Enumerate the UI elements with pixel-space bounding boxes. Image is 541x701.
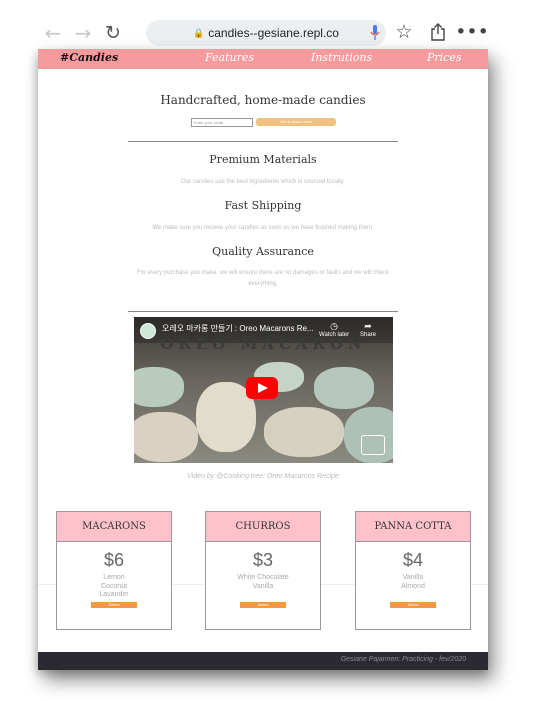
feature-text-quality: For every purchase you make, we will ens… <box>136 270 390 287</box>
card-title: MACARONS <box>57 512 171 542</box>
get-to-know-more-button[interactable]: Get to know more <box>256 118 336 126</box>
nav-link-prices[interactable]: Prices <box>427 51 462 64</box>
footer-text: Gesiane Pajarinen: Practicing - fev/2020 <box>340 656 466 663</box>
price-card-macarons: MACARONS $6 Lemon Coconut Lavander Selec… <box>56 511 172 630</box>
lock-icon: 🔒 <box>193 27 205 38</box>
top-navigation: #Candies Features Instrutions Prices <box>38 49 488 69</box>
channel-badge-icon <box>361 435 385 455</box>
divider <box>128 141 398 142</box>
video-overlay-text: OREO MACARON <box>160 335 367 353</box>
price-card-churros: CHURROS $3 White Chocolate Vanilla Selec… <box>205 511 321 630</box>
footer: Gesiane Pajarinen: Practicing - fev/2020 <box>38 652 488 670</box>
back-arrow-icon[interactable]: ← <box>38 18 68 48</box>
more-icon[interactable]: ••• <box>455 18 489 46</box>
card-title: CHURROS <box>206 512 320 542</box>
play-button-icon[interactable] <box>246 377 278 399</box>
nav-link-features[interactable]: Features <box>205 51 254 64</box>
feature-title-shipping: Fast Shipping <box>224 199 302 212</box>
forward-arrow-icon[interactable]: → <box>68 18 98 48</box>
share-arrow-icon: ➦ <box>364 321 372 331</box>
feature-text-shipping: We make sure you recieve your candies as… <box>152 225 374 231</box>
card-items: White Chocolate Vanilla <box>237 574 289 590</box>
feature-title-quality: Quality Assurance <box>212 245 314 258</box>
clock-icon: ◷ <box>330 321 338 331</box>
email-input[interactable]: Enter your email <box>191 118 253 127</box>
star-icon[interactable]: ☆ <box>393 18 415 46</box>
hero-title: Handcrafted, home-made candies <box>160 93 366 107</box>
microphone-icon[interactable] <box>370 25 380 41</box>
select-button[interactable]: Select <box>91 602 137 608</box>
card-price: $3 <box>252 550 274 570</box>
nav-link-instructions[interactable]: Instrutions <box>311 51 372 64</box>
card-items: Vanilla Almond <box>401 574 425 590</box>
divider <box>128 311 398 312</box>
video-caption: Video by @Cooking tree: Oreo Macarons Re… <box>187 473 339 480</box>
price-card-panna-cotta: PANNA COTTA $4 Vanilla Almond Select <box>355 511 471 630</box>
feature-title-premium: Premium Materials <box>209 153 317 166</box>
card-price: $4 <box>402 550 424 570</box>
reload-icon[interactable]: ↻ <box>98 18 128 48</box>
feature-text-premium: Our candies use the best ingrediente whi… <box>181 179 345 185</box>
brand-logo[interactable]: #Candies <box>60 51 118 64</box>
card-items: Lemon Coconut Lavander <box>99 574 129 598</box>
select-button[interactable]: Select <box>240 602 286 608</box>
share-icon[interactable] <box>427 18 449 46</box>
url-text: candies--gesiane.repl.co <box>208 26 339 40</box>
address-bar[interactable]: 🔒 candies--gesiane.repl.co <box>146 20 386 46</box>
card-title: PANNA COTTA <box>356 512 470 542</box>
web-page: #Candies Features Instrutions Prices Han… <box>38 49 488 670</box>
select-button[interactable]: Select <box>390 602 436 608</box>
video-player[interactable]: 오레오 마카롱 만들기 : Oreo Macarons Re... ◷ Watc… <box>134 317 393 463</box>
card-price: $6 <box>103 550 125 570</box>
video-title[interactable]: 오레오 마카롱 만들기 : Oreo Macarons Re... <box>162 323 314 334</box>
browser-toolbar: ← → ↻ 🔒 candies--gesiane.repl.co ☆ ••• <box>38 14 489 52</box>
